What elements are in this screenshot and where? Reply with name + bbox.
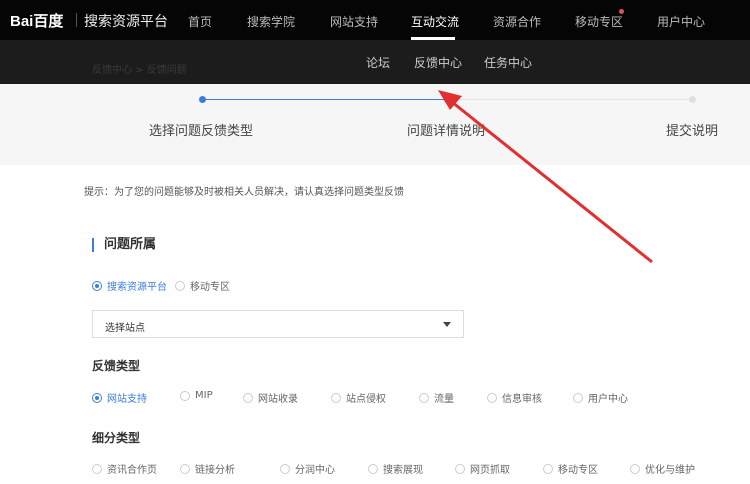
arrow-shaft (451, 100, 653, 264)
red-arrow-annotation (438, 90, 653, 264)
